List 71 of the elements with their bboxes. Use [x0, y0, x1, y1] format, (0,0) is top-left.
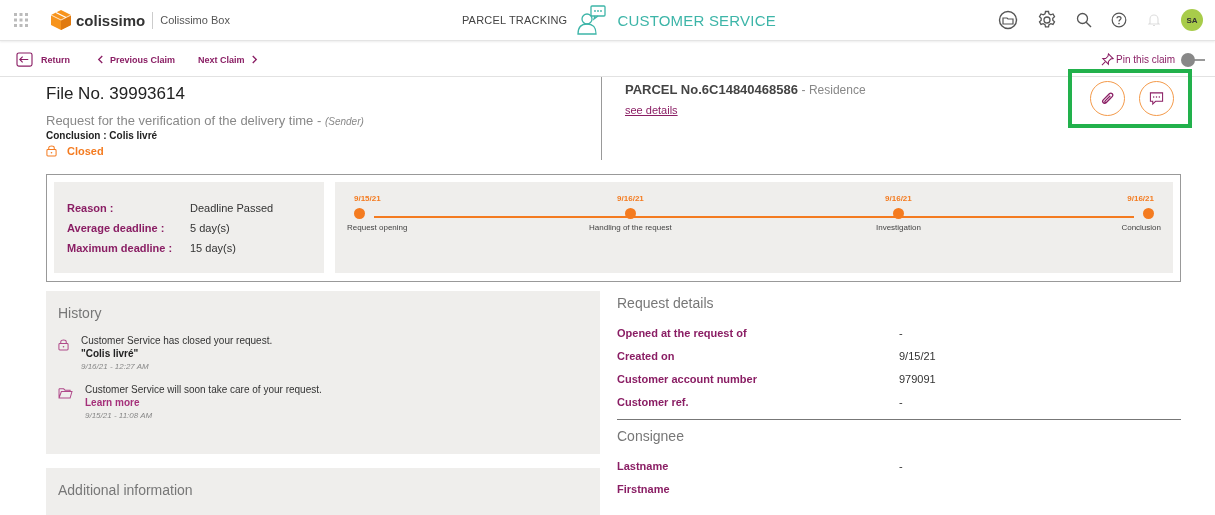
- detail-label: Firstname: [617, 483, 671, 497]
- attachment-button[interactable]: [1090, 81, 1125, 116]
- support-person-icon: [577, 5, 608, 35]
- request-type: Request for the verification of the delivery time - (Sender): [46, 113, 365, 128]
- pin-icon: [1101, 53, 1115, 66]
- box-logo-icon: [50, 9, 72, 31]
- detail-label: Customer account number: [617, 373, 758, 387]
- detail-value: 9/15/21: [899, 350, 936, 364]
- chevron-right-icon: [250, 55, 258, 64]
- deadline-label: Reason :: [67, 201, 115, 214]
- event-text: Customer Service has closed your request.: [81, 335, 273, 346]
- brand-name: colissimo: [76, 11, 154, 29]
- detail-label: Lastname: [617, 460, 670, 474]
- step-date: 9/15/21: [354, 194, 381, 203]
- step-label: Handling of the request: [589, 223, 672, 232]
- deadline-value: 15 day(s): [190, 241, 237, 254]
- step-dot: [1143, 208, 1154, 219]
- return-link[interactable]: Return: [16, 52, 70, 67]
- step-label: Investigation: [875, 223, 921, 232]
- see-details-link[interactable]: see details: [625, 104, 678, 116]
- step-dot: [354, 208, 365, 219]
- exit-icon: [16, 52, 33, 67]
- detail-value: -: [899, 396, 903, 410]
- detail-label: Created on: [617, 350, 676, 364]
- deadline-label: Maximum deadline :: [67, 241, 174, 254]
- nav-tab[interactable]: PARCEL TRACKING: [461, 14, 568, 26]
- step-date: 9/16/21: [617, 194, 644, 203]
- step-dot: [624, 208, 636, 219]
- app-name: Colissimo Box: [160, 14, 230, 26]
- message-button[interactable]: [1139, 81, 1174, 116]
- pin-claim-link[interactable]: Pin this claim: [1101, 53, 1175, 66]
- step-label: Request opening: [347, 223, 408, 232]
- detail-value: 979091: [899, 373, 936, 387]
- step-dot: [892, 208, 904, 219]
- event-time: 9/16/21 - 12:27 AM: [81, 362, 150, 371]
- section-title: Request details: [617, 295, 715, 311]
- user-avatar[interactable]: SA: [1181, 9, 1203, 31]
- detail-label: Customer ref.: [617, 396, 690, 410]
- chat-bubble-icon: [1149, 91, 1164, 106]
- event-text: Customer Service will soon take care of your request.: [85, 384, 322, 395]
- deadline-value: Deadline Passed: [190, 201, 275, 214]
- folder-refresh-icon[interactable]: [998, 10, 1018, 30]
- section-title: Consignee: [617, 428, 685, 444]
- pin-toggle[interactable]: [1181, 52, 1205, 67]
- status-label: Closed: [67, 144, 104, 157]
- previous-claim-link[interactable]: Previous Claim: [97, 54, 176, 65]
- search-icon[interactable]: [1076, 12, 1092, 28]
- lock-icon: [46, 144, 57, 157]
- step-date: 9/16/21: [1127, 194, 1154, 203]
- event-time: 9/15/21 - 11:08 AM: [85, 411, 154, 420]
- parcel-number: PARCEL No.6C14840468586 - Residence: [625, 82, 866, 97]
- panel-title: Additional information: [58, 482, 194, 498]
- panel-title: History: [58, 305, 103, 321]
- paperclip-icon: [1100, 91, 1115, 106]
- deadline-label: Average deadline :: [67, 221, 166, 234]
- lock-icon: [58, 338, 69, 351]
- detail-value: -: [899, 460, 903, 474]
- folder-icon: [58, 387, 73, 399]
- event-quote: "Colis livré": [81, 348, 140, 359]
- settings-icon[interactable]: [1037, 10, 1057, 30]
- help-icon[interactable]: [1111, 12, 1127, 28]
- learn-more-link[interactable]: Learn more: [85, 397, 322, 408]
- next-claim-link[interactable]: Next Claim: [198, 54, 258, 65]
- chevron-left-icon: [97, 55, 104, 64]
- file-title: File No. 39993614: [46, 84, 186, 104]
- deadline-value: 5 day(s): [190, 221, 231, 234]
- step-label: Conclusion: [1121, 223, 1161, 232]
- step-date: 9/16/21: [885, 194, 912, 203]
- conclusion-text: Conclusion : Colis livré: [46, 130, 159, 141]
- detail-label: Opened at the request of: [617, 327, 748, 341]
- detail-value: -: [899, 327, 903, 341]
